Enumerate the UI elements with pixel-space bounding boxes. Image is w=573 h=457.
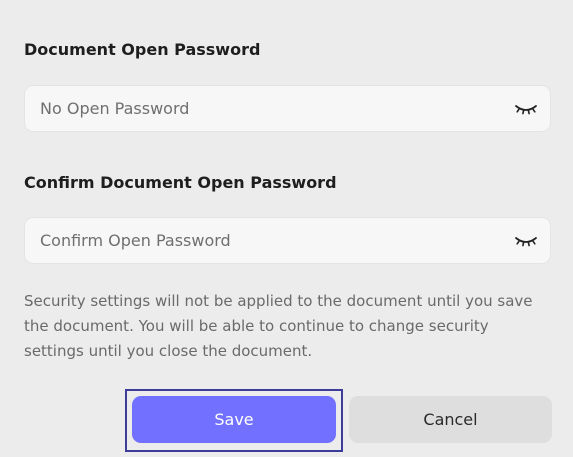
confirm-password-label: Confirm Document Open Password [24, 173, 337, 192]
eye-closed-icon[interactable] [513, 101, 539, 117]
open-password-label: Document Open Password [24, 40, 261, 59]
confirm-password-input[interactable] [40, 218, 510, 263]
open-password-field[interactable] [24, 85, 551, 132]
confirm-password-field[interactable] [24, 217, 551, 264]
open-password-input[interactable] [40, 86, 510, 131]
eye-closed-icon[interactable] [513, 233, 539, 249]
save-button[interactable]: Save [132, 396, 336, 443]
cancel-button[interactable]: Cancel [349, 396, 552, 443]
security-note: Security settings will not be applied to… [24, 292, 533, 360]
